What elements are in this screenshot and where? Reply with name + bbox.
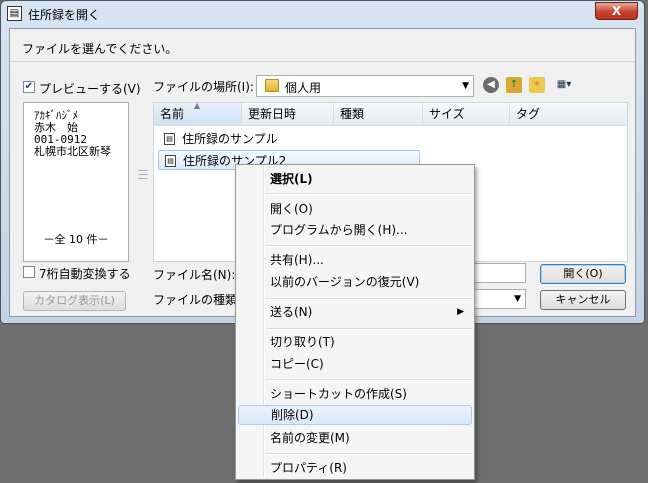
menu-item-select[interactable]: 選択(L) bbox=[238, 169, 472, 189]
context-menu: 選択(L) 開く(O) プログラムから開く(H)... 共有(H)... 以前の… bbox=[235, 164, 475, 480]
pane-splitter-handle[interactable]: — — — bbox=[138, 166, 148, 184]
location-dropdown[interactable]: 個人用 ▼ bbox=[256, 75, 474, 97]
file-name: 住所録のサンプル bbox=[182, 132, 278, 146]
location-value: 個人用 bbox=[285, 81, 322, 95]
menu-separator bbox=[266, 245, 472, 247]
window-title: 住所録を開く bbox=[28, 8, 101, 22]
menu-item-rename[interactable]: 名前の変更(M) bbox=[238, 428, 472, 448]
preview-checkbox[interactable]: ✔ bbox=[23, 81, 35, 93]
menu-item-create-shortcut[interactable]: ショートカットの作成(S) bbox=[238, 384, 472, 404]
column-header-tags[interactable]: タグ bbox=[510, 103, 629, 125]
folder-icon bbox=[265, 79, 279, 92]
menu-item-label: 送る(N) bbox=[270, 305, 313, 319]
preview-line: 札幌市北区新琴 bbox=[34, 145, 111, 158]
menu-separator bbox=[266, 328, 472, 330]
menu-item-delete[interactable]: 削除(D) bbox=[238, 405, 472, 425]
menu-item-open[interactable]: 開く(O) bbox=[238, 199, 472, 219]
submenu-arrow-icon: ▶ bbox=[457, 307, 464, 317]
menu-separator bbox=[266, 298, 472, 300]
preview-checkbox-label: プレビューする(V) bbox=[39, 82, 141, 96]
up-folder-icon[interactable]: ↑ bbox=[506, 77, 522, 93]
instruction-text: ファイルを選んでください。 bbox=[22, 42, 178, 56]
file-row[interactable]: ▤ 住所録のサンプル bbox=[158, 129, 278, 149]
record-count: －全 10 件－ bbox=[43, 233, 109, 246]
column-header-type[interactable]: 種類 bbox=[334, 103, 423, 125]
filename-label: ファイル名(N): bbox=[153, 268, 236, 282]
column-headers: 名前 ▲ 更新日時 種類 サイズ タグ bbox=[154, 101, 629, 126]
view-menu-icon[interactable]: ▦▾ bbox=[552, 77, 576, 93]
back-icon[interactable]: ◀ bbox=[483, 77, 499, 93]
cancel-button[interactable]: キャンセル bbox=[540, 290, 626, 310]
menu-item-open-with[interactable]: プログラムから開く(H)... bbox=[238, 220, 472, 240]
address-book-file-icon: ▤ bbox=[164, 133, 175, 145]
menu-item-cut[interactable]: 切り取り(T) bbox=[238, 332, 472, 352]
new-folder-icon[interactable]: ✶ bbox=[529, 77, 545, 93]
column-header-modified[interactable]: 更新日時 bbox=[242, 103, 334, 125]
close-button[interactable]: X bbox=[595, 2, 638, 20]
address-book-icon: ▤ bbox=[7, 6, 22, 21]
menu-item-send-to[interactable]: 送る(N) ▶ bbox=[238, 302, 472, 322]
menu-separator bbox=[266, 379, 472, 381]
menu-item-copy[interactable]: コピー(C) bbox=[238, 354, 472, 374]
menu-item-properties[interactable]: プロパティ(R) bbox=[238, 458, 472, 478]
chevron-down-icon: ▼ bbox=[462, 81, 469, 91]
seven-digit-checkbox[interactable] bbox=[23, 266, 35, 278]
column-header-size[interactable]: サイズ bbox=[423, 103, 510, 125]
sort-ascending-icon: ▲ bbox=[194, 101, 201, 110]
menu-item-share[interactable]: 共有(H)... bbox=[238, 250, 472, 270]
column-header-name[interactable]: 名前 ▲ bbox=[154, 101, 242, 125]
title-bar[interactable]: ▤ 住所録を開く X bbox=[1, 1, 644, 27]
location-label: ファイルの場所(I): bbox=[153, 80, 254, 94]
column-header-label: 名前 bbox=[160, 107, 185, 121]
open-button[interactable]: 開く(O) bbox=[540, 264, 626, 284]
address-book-file-icon: ▤ bbox=[165, 155, 176, 167]
chevron-down-icon: ▼ bbox=[514, 294, 521, 304]
preview-pane: ｱｶｷﾞﾊｼﾞﾒ 赤木 始 001-0912 札幌市北区新琴 －全 10 件－ bbox=[23, 102, 129, 262]
catalog-view-button[interactable]: カタログ表示(L) bbox=[23, 291, 126, 311]
menu-separator bbox=[266, 193, 472, 195]
divider bbox=[10, 61, 635, 62]
menu-item-restore-previous[interactable]: 以前のバージョンの復元(V) bbox=[238, 272, 472, 292]
seven-digit-checkbox-label: 7桁自動変換する bbox=[39, 267, 131, 281]
menu-separator bbox=[266, 453, 472, 455]
